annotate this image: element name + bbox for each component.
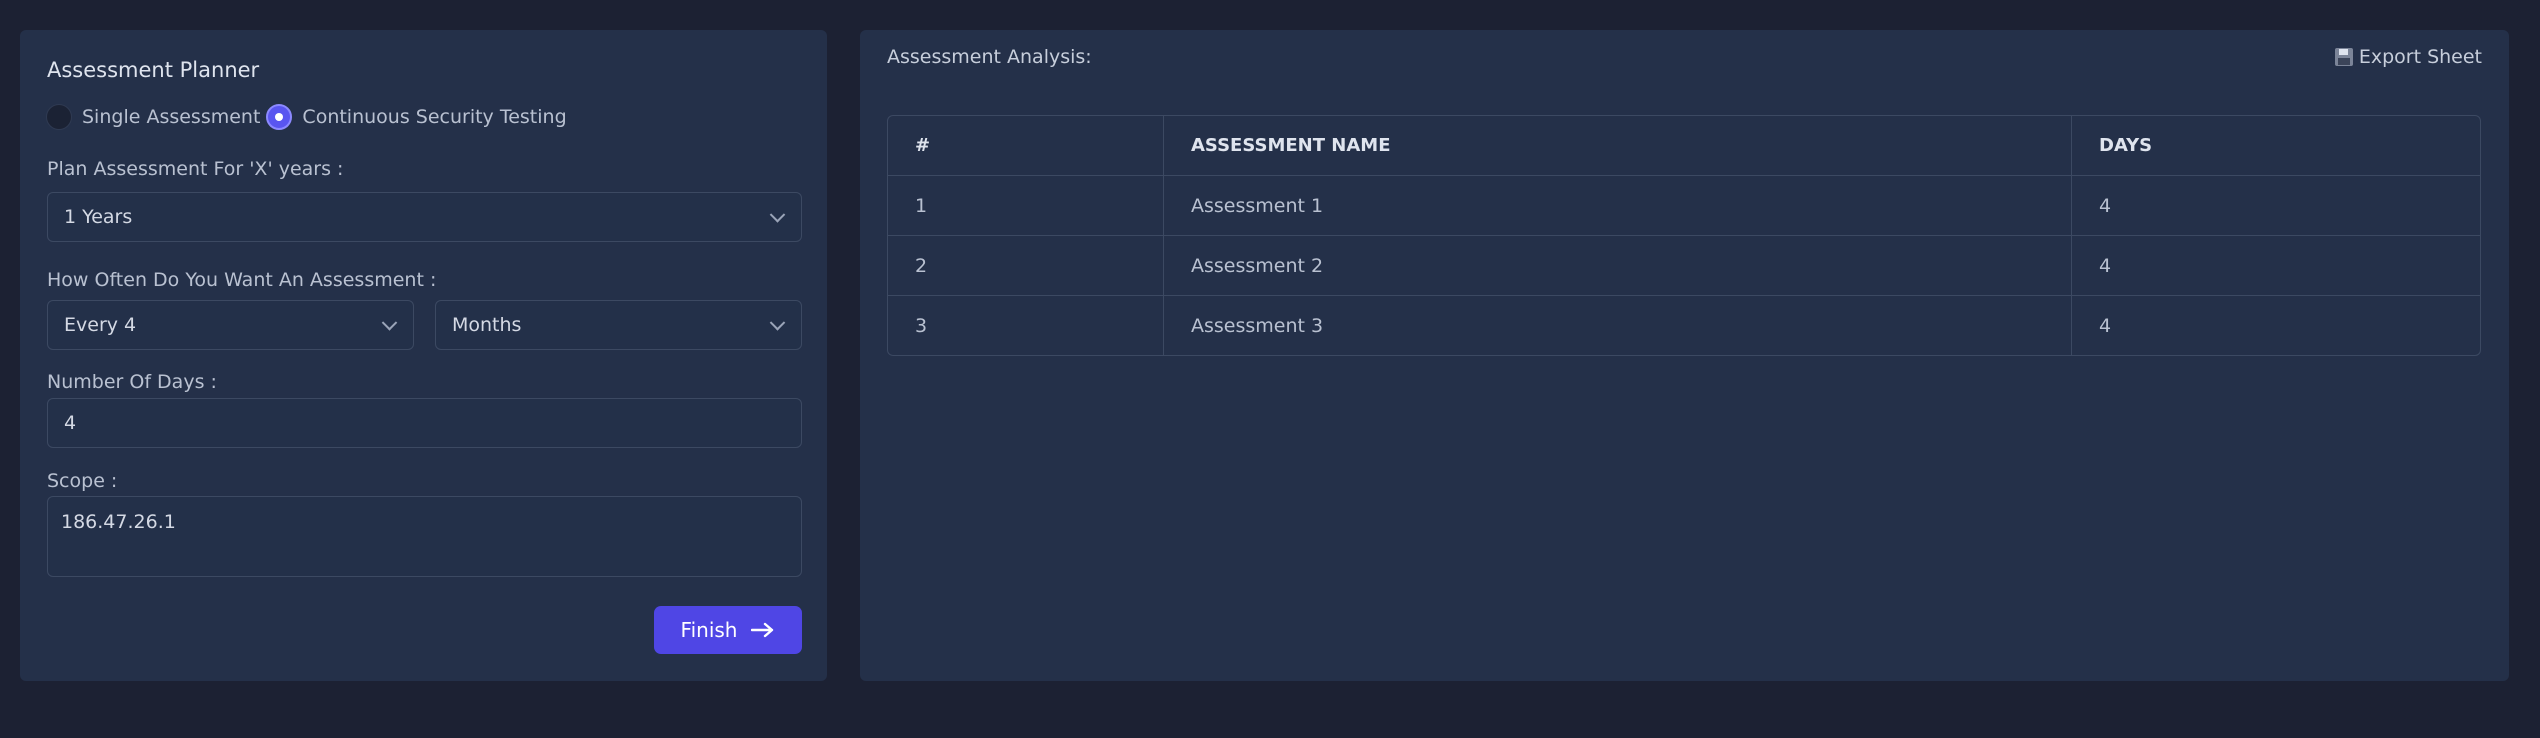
- years-select[interactable]: 1 Years: [47, 192, 802, 242]
- mode-radio-group: Single Assessment Continuous Security Te…: [46, 102, 573, 132]
- table-row: 3 Assessment 3 4: [888, 296, 2480, 355]
- analysis-title: Assessment Analysis:: [887, 46, 1092, 68]
- finish-button[interactable]: Finish: [654, 606, 802, 654]
- row-days: 4: [2099, 254, 2112, 277]
- row-number: 1: [888, 176, 1164, 235]
- days-input[interactable]: 4: [47, 398, 802, 448]
- arrow-right-icon: [751, 622, 774, 638]
- export-sheet-label: Export Sheet: [2358, 46, 2482, 68]
- years-label: Plan Assessment For 'X' years :: [47, 158, 344, 180]
- frequency-select[interactable]: Every 4: [47, 300, 414, 350]
- column-header-number: #: [888, 116, 1164, 175]
- continuous-testing-radio[interactable]: [266, 104, 293, 130]
- days-label: Number Of Days :: [47, 371, 217, 393]
- row-number: 2: [888, 236, 1164, 295]
- frequency-label: How Often Do You Want An Assessment :: [47, 269, 437, 291]
- assessment-analysis-panel: Assessment Analysis: Export Sheet # ASSE…: [860, 30, 2509, 681]
- single-assessment-label[interactable]: Single Assessment: [82, 106, 260, 128]
- frequency-unit-value: Months: [452, 314, 522, 336]
- row-number: 3: [888, 296, 1164, 355]
- chevron-down-icon: [769, 315, 786, 331]
- table-header-row: # ASSESSMENT NAME DAYS: [888, 116, 2480, 176]
- years-select-value: 1 Years: [64, 206, 133, 228]
- column-header-name: ASSESSMENT NAME: [1164, 116, 2072, 175]
- scope-label: Scope :: [47, 470, 118, 492]
- chevron-down-icon: [381, 315, 398, 331]
- export-sheet-button[interactable]: Export Sheet: [2334, 46, 2482, 68]
- assessment-table: # ASSESSMENT NAME DAYS 1 Assessment 1 4 …: [887, 115, 2481, 356]
- planner-title: Assessment Planner: [47, 58, 260, 82]
- column-header-days: DAYS: [2099, 135, 2153, 156]
- chevron-down-icon: [769, 207, 786, 223]
- row-days: 4: [2099, 194, 2112, 217]
- table-row: 1 Assessment 1 4: [888, 176, 2480, 236]
- row-assessment-name: Assessment 3: [1164, 296, 2072, 355]
- assessment-planner-panel: Assessment Planner Single Assessment Con…: [20, 30, 827, 681]
- floppy-disk-icon: [2334, 48, 2353, 66]
- finish-label: Finish: [680, 618, 738, 642]
- row-assessment-name: Assessment 1: [1164, 176, 2072, 235]
- scope-value: 186.47.26.1: [61, 511, 176, 533]
- single-assessment-radio[interactable]: [46, 104, 72, 130]
- scope-textarea[interactable]: 186.47.26.1: [47, 496, 802, 577]
- frequency-unit-select[interactable]: Months: [435, 300, 802, 350]
- frequency-select-value: Every 4: [64, 314, 137, 336]
- continuous-testing-label[interactable]: Continuous Security Testing: [302, 106, 566, 128]
- row-days: 4: [2099, 314, 2112, 337]
- days-input-value: 4: [64, 412, 77, 434]
- row-assessment-name: Assessment 2: [1164, 236, 2072, 295]
- table-row: 2 Assessment 2 4: [888, 236, 2480, 296]
